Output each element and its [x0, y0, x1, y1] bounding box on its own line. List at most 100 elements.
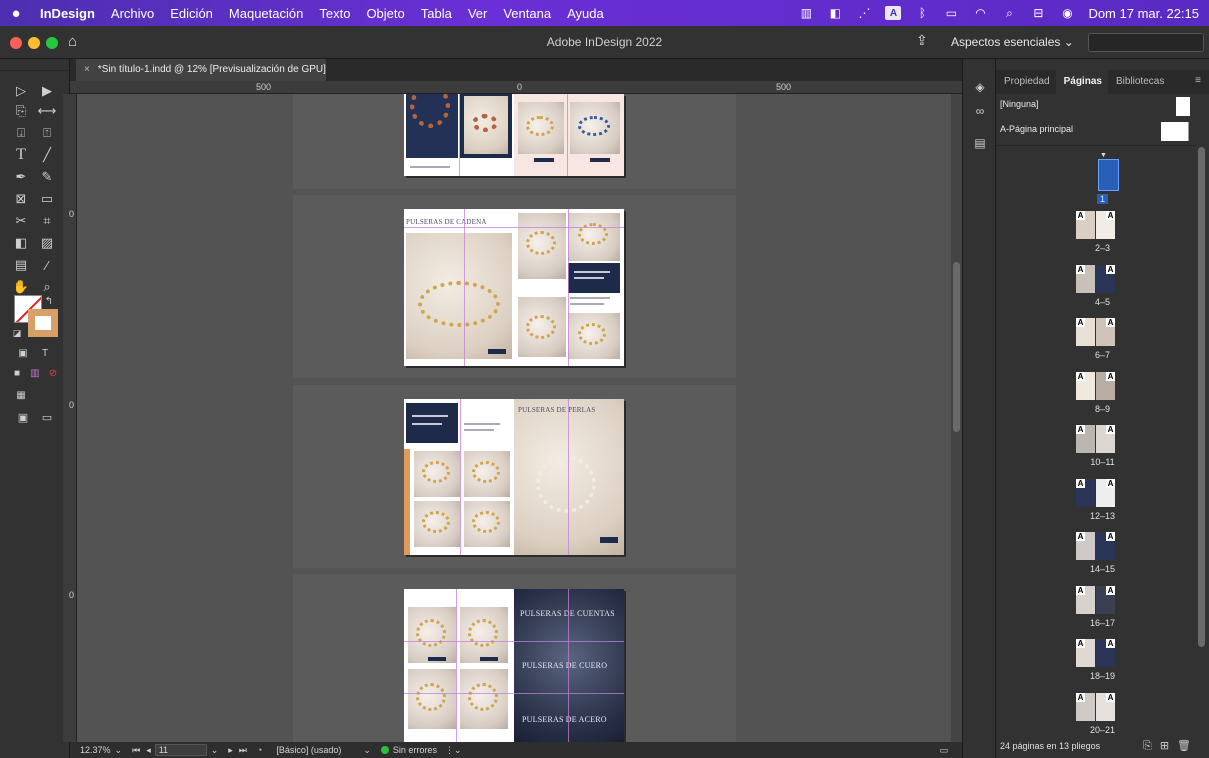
master-prefix-icon: A	[1106, 585, 1115, 595]
spread-perlas[interactable]: PULSERAS DE PERLAS	[404, 399, 624, 555]
minimize-window-button[interactable]	[28, 37, 40, 49]
open-page-icon[interactable]: ◔	[257, 745, 262, 755]
links-icon[interactable]: ∞	[971, 103, 989, 119]
direct-selection-tool-icon[interactable]: ▶	[36, 81, 58, 101]
preflight-menu-icon[interactable]: ⋮⌄	[445, 745, 462, 756]
page-tool-icon[interactable]: ⎘	[10, 101, 32, 121]
delete-page-icon[interactable]: 🗑	[1177, 740, 1199, 752]
scrollbar-thumb[interactable]	[1198, 147, 1205, 647]
close-window-button[interactable]	[10, 37, 22, 49]
pencil-tool-icon[interactable]: ✎	[36, 167, 58, 187]
menu-maquetacion[interactable]: Maquetación	[221, 6, 311, 21]
new-page-icon[interactable]: ⊞	[1160, 740, 1177, 752]
bluetooth-icon[interactable]: ᛒ	[914, 6, 930, 20]
home-icon[interactable]: ⌂	[68, 33, 77, 50]
barcode-icon[interactable]: ▥	[798, 6, 814, 20]
preflight-status[interactable]: Sin errores	[380, 745, 437, 755]
first-page-icon[interactable]: ⏮	[132, 745, 140, 756]
selection-tool-icon[interactable]: ▷	[10, 81, 32, 101]
menu-ventana[interactable]: Ventana	[495, 6, 559, 21]
note-tool-icon[interactable]: ▤	[10, 255, 32, 275]
scissors-tool-icon[interactable]: ✂	[10, 211, 32, 231]
gap-tool-icon[interactable]: ⟷	[36, 101, 58, 121]
menu-tabla[interactable]: Tabla	[413, 6, 460, 21]
tab-propiedades[interactable]: Propiedad	[996, 70, 1056, 94]
previous-page-icon[interactable]: ◂	[146, 745, 151, 756]
tools-panel-grip[interactable]	[0, 59, 69, 71]
normal-view-icon[interactable]: ▣	[12, 407, 34, 427]
control-center-icon[interactable]: ⊟	[1030, 6, 1046, 20]
siri-icon[interactable]: ◉	[1059, 6, 1075, 20]
apply-none-icon[interactable]: ⊘	[42, 363, 64, 383]
text-input-icon[interactable]: A	[885, 6, 902, 20]
horizontal-ruler[interactable]: 500 0 500	[70, 81, 962, 94]
share-icon[interactable]: ⇪	[916, 32, 928, 49]
last-page-icon[interactable]: ⏭	[239, 745, 247, 756]
formatting-container-icon[interactable]: ▣	[12, 343, 34, 363]
document-tab[interactable]: × *Sin título-1.indd @ 12% [Previsualizac…	[76, 59, 326, 81]
zoom-window-button[interactable]	[46, 37, 58, 49]
content-collector-icon[interactable]: ⍗	[10, 123, 32, 143]
master-a[interactable]: A-Página principal	[996, 119, 1196, 143]
workspace-switcher[interactable]: Aspectos esenciales ⌄	[951, 35, 1074, 49]
content-placer-icon[interactable]: ⍐	[36, 123, 58, 143]
split-view-icon[interactable]: ▭	[939, 745, 948, 756]
master-thumbnail	[1176, 97, 1190, 116]
style-chevron-icon[interactable]: ⌄	[363, 745, 371, 756]
menu-archivo[interactable]: Archivo	[103, 6, 162, 21]
layers-icon[interactable]: ◈	[971, 79, 989, 95]
type-tool-icon[interactable]: T	[10, 145, 32, 165]
style-indicator[interactable]: [Básico] (usado)	[276, 745, 341, 755]
close-tab-icon[interactable]: ×	[84, 64, 90, 75]
wifi-icon[interactable]: ◠	[972, 6, 988, 20]
page-size-icon[interactable]: ⎘	[1143, 740, 1160, 752]
stroke-swatch[interactable]	[28, 309, 58, 337]
rectangle-frame-tool-icon[interactable]: ⊠	[10, 189, 32, 209]
rectangle-tool-icon[interactable]: ▭	[36, 189, 58, 209]
gradient-feather-tool-icon[interactable]: ▨	[36, 233, 58, 253]
screen-mode-icon[interactable]: ▭	[36, 407, 58, 427]
canvas-vertical-scrollbar[interactable]	[951, 94, 962, 742]
eyedropper-tool-icon[interactable]: ⁄	[36, 255, 58, 275]
swap-fill-stroke-icon[interactable]: ↰	[38, 291, 60, 311]
zoom-chevron-icon[interactable]: ⌄	[115, 745, 123, 756]
menu-ver[interactable]: Ver	[460, 6, 496, 21]
apple-menu-icon[interactable]: ●	[0, 5, 32, 22]
page-number-input[interactable]: 11	[154, 744, 207, 756]
pages-scrollbar[interactable]	[1197, 147, 1206, 737]
menu-edicion[interactable]: Edición	[162, 6, 221, 21]
panel-menu-icon[interactable]: ≡	[1195, 70, 1209, 94]
master-none[interactable]: [Ninguna]	[996, 94, 1196, 118]
spread-cuentas[interactable]: PULSERAS DE CUENTAS PULSERAS DE CUERO PU…	[404, 589, 624, 742]
pen-tool-icon[interactable]: ✒	[10, 167, 32, 187]
tab-bibliotecas[interactable]: Bibliotecas	[1108, 70, 1170, 94]
swatches-icon[interactable]: ▦	[10, 385, 32, 405]
gradient-swatch-tool-icon[interactable]: ◧	[10, 233, 32, 253]
search-help-input[interactable]	[1088, 33, 1204, 52]
scrollbar-thumb[interactable]	[953, 262, 960, 432]
menu-ayuda[interactable]: Ayuda	[559, 6, 612, 21]
feather-icon[interactable]: ⋰	[856, 6, 872, 20]
default-fill-stroke-icon[interactable]: ◪	[6, 323, 28, 343]
hand-tool-icon[interactable]: ✋	[10, 277, 32, 297]
free-transform-tool-icon[interactable]: ⌗	[36, 211, 58, 231]
zoom-level[interactable]: 12.37%	[80, 745, 111, 755]
spread-cadena[interactable]: PULSERAS DE CADENA	[404, 209, 624, 366]
vertical-ruler[interactable]: 0 0 0	[63, 94, 77, 742]
tab-paginas[interactable]: Páginas	[1055, 70, 1108, 94]
panel-grip[interactable]	[996, 59, 1209, 70]
chat-icon[interactable]: ◧	[827, 6, 843, 20]
pages-icon[interactable]: ▤	[971, 135, 989, 151]
spread-top[interactable]	[404, 94, 624, 176]
menu-texto[interactable]: Texto	[311, 6, 358, 21]
menu-app-name[interactable]: InDesign	[32, 6, 103, 21]
menu-objeto[interactable]: Objeto	[358, 6, 412, 21]
line-tool-icon[interactable]: ╱	[36, 145, 58, 165]
battery-icon[interactable]: ▭	[943, 6, 959, 20]
page-dropdown-icon[interactable]: ⌄	[211, 745, 219, 756]
formatting-text-icon[interactable]: T	[34, 343, 56, 363]
document-canvas[interactable]: PULSERAS DE CADENA PULSERAS DE PERLAS PU…	[77, 94, 951, 742]
search-icon[interactable]: ⌕	[1001, 6, 1017, 20]
next-page-icon[interactable]: ▸	[228, 745, 233, 756]
date-time[interactable]: Dom 17 mar. 22:15	[1088, 6, 1199, 21]
